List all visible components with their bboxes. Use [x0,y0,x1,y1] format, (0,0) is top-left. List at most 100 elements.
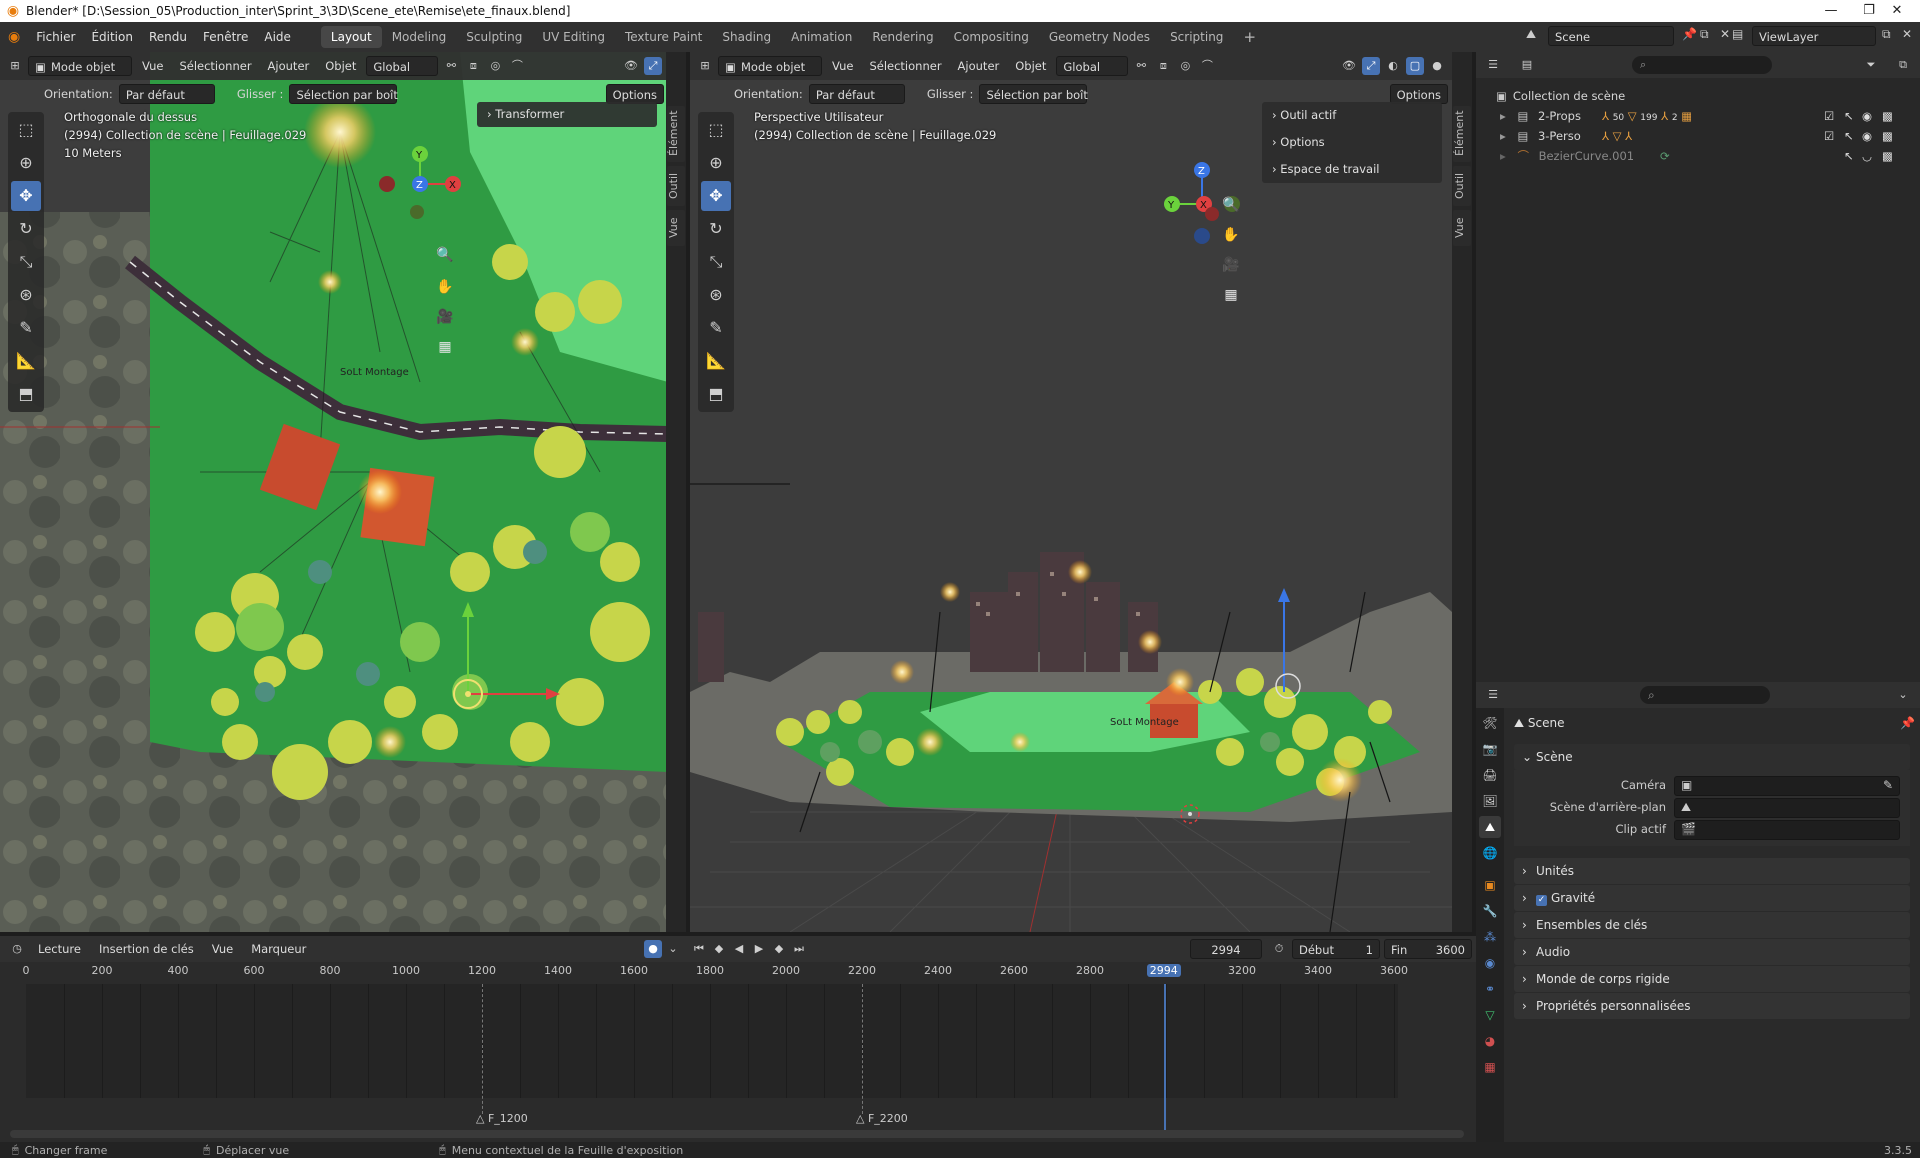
camera-icon[interactable]: ▩ [1882,106,1893,126]
visibility-icon[interactable]: 👁 [1340,57,1358,75]
transform-orientation-left[interactable]: Global [366,56,439,76]
pivot-icon[interactable]: ⚯ [442,57,460,75]
tab-scripting[interactable]: Scripting [1160,26,1233,48]
gravity-checkbox[interactable]: ✓ [1536,895,1547,906]
panel-custom-properties[interactable]: › Propriétés personnalisées [1514,993,1910,1019]
data-tab-icon[interactable]: ▽ [1479,1004,1501,1026]
outliner-row-2-props[interactable]: ▸ ▤ 2-Props ⅄ 50 ▽ 199 ⅄ 2 ▦ ☑ ↖ ◉ ▩ [1500,106,1910,126]
tab-layout[interactable]: Layout [320,26,382,48]
particles-tab-icon[interactable]: ⁂ [1479,926,1501,948]
scene-tab-icon[interactable]: ⛰ [1479,816,1501,838]
menu-marqueur[interactable]: Marqueur [245,939,312,959]
menu-lecture[interactable]: Lecture [32,939,87,959]
rotate-icon[interactable]: ↻ [701,214,731,244]
snap-icon[interactable]: ⧈ [464,57,482,75]
options-left[interactable]: Options [605,84,664,104]
selectable-icon[interactable]: ↖ [1844,146,1854,166]
scale-icon[interactable]: ⤡ [11,247,41,277]
current-frame-field[interactable]: 2994 [1190,939,1262,959]
menu-edition[interactable]: Édition [83,26,141,48]
expand-arrow-icon[interactable]: ▸ [1500,109,1506,123]
sidetab-vue-left[interactable]: Vue [667,210,685,246]
delete-viewlayer-icon[interactable]: ✕ [1902,27,1912,41]
tab-rendering[interactable]: Rendering [862,26,943,48]
sidetab-vue-right[interactable]: Vue [1453,210,1471,246]
camera-icon[interactable]: 🎥 [432,304,458,330]
menu-selectionner-left[interactable]: Sélectionner [173,56,257,76]
scale-icon[interactable]: ⤡ [701,247,731,277]
material-tab-icon[interactable]: ◕ [1479,1030,1501,1052]
select-box-icon[interactable]: ⬚ [11,115,41,145]
delete-scene-icon[interactable]: ✕ [1720,27,1730,41]
transform-icon[interactable]: ⊛ [11,280,41,310]
camera-icon[interactable]: 🎥 [1218,252,1244,278]
hand-pan-icon[interactable]: ✋ [1218,222,1244,248]
editor-type-icon[interactable]: ⊞ [6,57,24,75]
falloff-icon[interactable]: ⌒ [508,57,526,75]
output-tab-icon[interactable]: 🖨 [1479,764,1501,786]
npanel-options[interactable]: › Options [1262,129,1442,156]
menu-vue-right[interactable]: Vue [826,56,859,76]
drag-value-left[interactable]: Sélection par boît [289,84,398,104]
gizmo-toggle-icon[interactable]: ⤢ [1362,57,1380,75]
menu-rendu[interactable]: Rendu [141,26,195,48]
orientation-value-right[interactable]: Par défaut [808,84,905,104]
menu-fenetre[interactable]: Fenêtre [195,26,256,48]
outliner-row-3-perso[interactable]: ▸ ▤ 3-Perso ⅄ ▽ ⅄ ☑ ↖ ◉ ▩ [1500,126,1910,146]
panel-keying-sets[interactable]: › Ensembles de clés [1514,912,1910,938]
camera-icon[interactable]: ▩ [1882,126,1893,146]
viewport-left[interactable]: ⊞ ▣ Mode objet Vue Sélectionner Ajouter O… [0,52,668,932]
add-cube-icon[interactable]: ⬒ [11,379,41,409]
jump-end-icon[interactable]: ⏭ [790,940,808,958]
menu-objet-right[interactable]: Objet [1009,56,1052,76]
cursor-icon[interactable]: ⊕ [701,148,731,178]
navigation-gizmo-left[interactable]: Y X Z [375,140,465,240]
outliner-row-beziercurve[interactable]: ▸ ⌒ BezierCurve.001 ⟳ ↖ ◡ ▩ [1500,146,1910,166]
physics-tab-icon[interactable]: ◉ [1479,952,1501,974]
marker-label[interactable]: △ F_2200 [856,1112,908,1125]
new-collection-icon[interactable]: ⧉ [1894,56,1912,74]
move-icon[interactable]: ✥ [701,181,731,211]
background-scene-field[interactable]: ⛰ [1674,798,1900,818]
tab-animation[interactable]: Animation [781,26,862,48]
hand-pan-icon[interactable]: ✋ [432,274,458,300]
expand-arrow-icon[interactable]: ▸ [1500,129,1506,143]
menu-ajouter-left[interactable]: Ajouter [262,56,316,76]
editor-type-icon[interactable]: ⊞ [696,57,714,75]
next-keyframe-icon[interactable]: ◆ [770,940,788,958]
annotate-icon[interactable]: ✎ [701,313,731,343]
panel-audio[interactable]: › Audio [1514,939,1910,965]
expand-arrow-icon[interactable]: ▸ [1500,149,1506,163]
filter-icon[interactable]: ⏷ [1862,56,1880,74]
menu-vue-left[interactable]: Vue [136,56,169,76]
menu-objet-left[interactable]: Objet [319,56,362,76]
menu-aide[interactable]: Aide [256,26,299,48]
add-workspace-button[interactable]: + [1233,26,1266,48]
transform-orientation-right[interactable]: Global [1056,56,1129,76]
xray-icon[interactable]: ▢ [1406,57,1424,75]
timeline-playhead[interactable] [1163,984,1166,1130]
tab-texture-paint[interactable]: Texture Paint [615,26,712,48]
tab-modeling[interactable]: Modeling [382,26,457,48]
move-icon[interactable]: ✥ [11,181,41,211]
orientation-value-left[interactable]: Par défaut [118,84,215,104]
tab-geometry-nodes[interactable]: Geometry Nodes [1039,26,1160,48]
eye-closed-icon[interactable]: ◡ [1862,146,1872,166]
tool-tab-icon[interactable]: 🛠 [1479,712,1501,734]
active-clip-field[interactable]: 🎬 [1674,820,1900,840]
view-layer-tab-icon[interactable]: 🖼 [1479,790,1501,812]
panel-units[interactable]: › Unités [1514,858,1910,884]
menu-fichier[interactable]: Fichier [28,26,83,48]
rotate-icon[interactable]: ↻ [11,214,41,244]
proportional-icon[interactable]: ◎ [486,57,504,75]
panel-rigid-body-world[interactable]: › Monde de corps rigide [1514,966,1910,992]
menu-selectionner-right[interactable]: Sélectionner [863,56,947,76]
sidetab-element-right[interactable]: Élément [1453,106,1471,162]
eye-icon[interactable]: ◉ [1862,106,1872,126]
play-icon[interactable]: ▶ [750,940,768,958]
annotate-icon[interactable]: ✎ [11,313,41,343]
snap-icon[interactable]: ⧈ [1154,57,1172,75]
gizmo-toggle-icon[interactable]: ⤢ [644,57,662,75]
eye-icon[interactable]: ◉ [1862,126,1872,146]
outliner-search-input[interactable]: ⌕ [1632,56,1772,74]
